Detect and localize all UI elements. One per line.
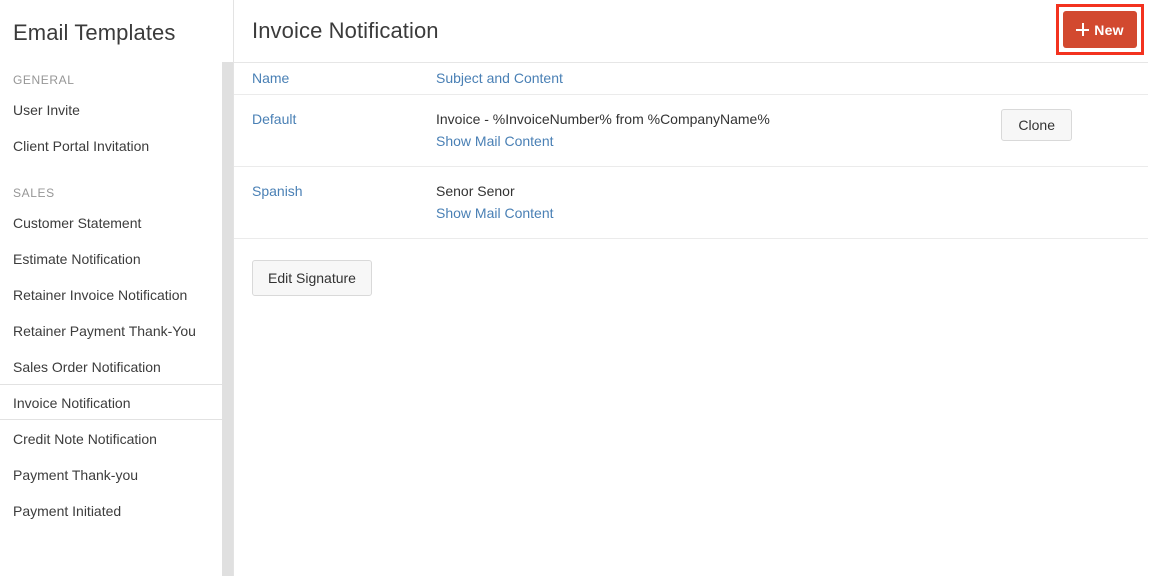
sidebar-section-general: GENERAL User Invite Client Portal Invita…: [0, 69, 222, 163]
sidebar: Email Templates GENERAL User Invite Clie…: [0, 0, 222, 576]
sidebar-scrollbar[interactable]: [222, 62, 233, 576]
table-row: Spanish Senor Senor Show Mail Content: [234, 166, 1148, 239]
row-action-cell: [964, 166, 1148, 239]
sidebar-content-divider: [233, 0, 234, 576]
new-button-label: New: [1094, 21, 1124, 38]
page-title: Invoice Notification: [252, 18, 439, 43]
table-header-row: Name Subject and Content: [234, 62, 1148, 95]
template-subject-spanish: Senor Senor: [436, 183, 515, 199]
sidebar-item-invoice-notification[interactable]: Invoice Notification: [0, 384, 222, 420]
sidebar-item-payment-thank-you[interactable]: Payment Thank-you: [0, 456, 222, 492]
column-header-name[interactable]: Name: [234, 62, 436, 95]
column-header-subject[interactable]: Subject and Content: [436, 62, 964, 95]
new-button-highlight: New: [1056, 4, 1144, 55]
sidebar-item-estimate-notification[interactable]: Estimate Notification: [0, 240, 222, 276]
column-header-action: [964, 62, 1148, 95]
clone-button[interactable]: Clone: [1001, 109, 1072, 141]
row-name-cell: Default: [234, 94, 436, 167]
sidebar-item-payment-initiated[interactable]: Payment Initiated: [0, 492, 222, 528]
table-row: Default Invoice - %InvoiceNumber% from %…: [234, 94, 1148, 167]
edit-signature-button[interactable]: Edit Signature: [252, 260, 372, 296]
sidebar-section-label-general: GENERAL: [13, 73, 75, 87]
sidebar-item-user-invite[interactable]: User Invite: [0, 91, 222, 127]
row-subject-cell: Senor Senor Show Mail Content: [436, 166, 964, 239]
sidebar-item-credit-note-notification[interactable]: Credit Note Notification: [0, 420, 222, 456]
sidebar-section-label-sales: SALES: [13, 186, 55, 200]
template-name-link-default[interactable]: Default: [252, 111, 296, 127]
content-panel: Invoice Notification New Name Subject an…: [234, 0, 1151, 576]
sidebar-item-customer-statement[interactable]: Customer Statement: [0, 204, 222, 240]
new-button[interactable]: New: [1063, 11, 1137, 48]
sidebar-title: Email Templates: [13, 20, 176, 45]
table-body: Default Invoice - %InvoiceNumber% from %…: [234, 94, 1148, 239]
sidebar-item-retainer-payment-thank-you[interactable]: Retainer Payment Thank-You: [0, 312, 222, 348]
sidebar-item-sales-order-notification[interactable]: Sales Order Notification: [0, 348, 222, 384]
row-name-cell: Spanish: [234, 166, 436, 239]
plus-icon: [1076, 23, 1090, 36]
template-name-link-spanish[interactable]: Spanish: [252, 183, 303, 199]
sidebar-nav: GENERAL User Invite Client Portal Invita…: [0, 69, 222, 528]
row-action-cell: Clone: [964, 94, 1148, 167]
template-subject-default: Invoice - %InvoiceNumber% from %CompanyN…: [436, 111, 770, 127]
edit-signature-container: Edit Signature: [234, 239, 1151, 296]
app-root: Email Templates GENERAL User Invite Clie…: [0, 0, 1151, 576]
sidebar-item-retainer-invoice-notification[interactable]: Retainer Invoice Notification: [0, 276, 222, 312]
row-subject-cell: Invoice - %InvoiceNumber% from %CompanyN…: [436, 94, 964, 167]
table-header: Name Subject and Content: [234, 62, 1148, 95]
content-header: Invoice Notification New: [234, 0, 1151, 62]
show-mail-content-link-spanish[interactable]: Show Mail Content: [436, 203, 554, 223]
show-mail-content-link-default[interactable]: Show Mail Content: [436, 131, 554, 151]
email-templates-table: Name Subject and Content Default Invoice…: [234, 62, 1148, 239]
sidebar-item-client-portal-invitation[interactable]: Client Portal Invitation: [0, 127, 222, 163]
sidebar-section-sales: SALES Customer Statement Estimate Notifi…: [0, 182, 222, 528]
